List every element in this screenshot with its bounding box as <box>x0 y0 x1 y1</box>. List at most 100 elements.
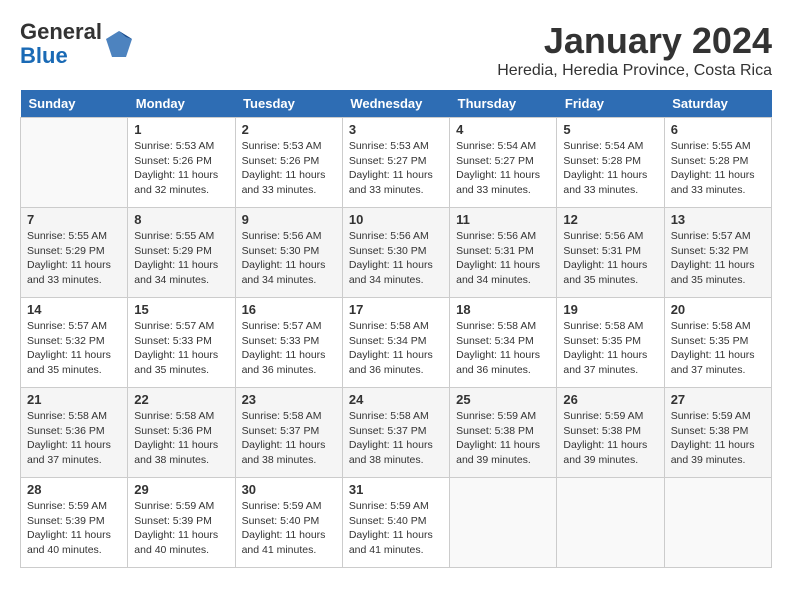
day-number: 11 <box>456 212 550 227</box>
sunset-text: Sunset: 5:27 PM <box>349 154 443 169</box>
day-number: 3 <box>349 122 443 137</box>
day-info: Sunrise: 5:56 AMSunset: 5:31 PMDaylight:… <box>456 229 550 288</box>
page-header: General Blue January 2024 Heredia, Hered… <box>20 20 772 80</box>
calendar-cell: 30Sunrise: 5:59 AMSunset: 5:40 PMDayligh… <box>235 478 342 568</box>
day-info: Sunrise: 5:56 AMSunset: 5:30 PMDaylight:… <box>242 229 336 288</box>
day-number: 14 <box>27 302 121 317</box>
sunset-text: Sunset: 5:32 PM <box>671 244 765 259</box>
sunset-text: Sunset: 5:38 PM <box>671 424 765 439</box>
header-wednesday: Wednesday <box>342 90 449 118</box>
sunrise-text: Sunrise: 5:58 AM <box>563 319 657 334</box>
day-info: Sunrise: 5:57 AMSunset: 5:32 PMDaylight:… <box>671 229 765 288</box>
sunset-text: Sunset: 5:40 PM <box>349 514 443 529</box>
daylight-minutes: and 41 minutes. <box>349 543 443 558</box>
day-number: 7 <box>27 212 121 227</box>
calendar-cell <box>450 478 557 568</box>
sunrise-text: Sunrise: 5:53 AM <box>242 139 336 154</box>
day-info: Sunrise: 5:59 AMSunset: 5:38 PMDaylight:… <box>671 409 765 468</box>
calendar-cell: 28 Sunrise: 5:59 AMSunset: 5:39 PMDayligh… <box>21 478 128 568</box>
header-tuesday: Tuesday <box>235 90 342 118</box>
day-number: 31 <box>349 482 443 497</box>
daylight-minutes: and 38 minutes. <box>349 453 443 468</box>
day-number: 17 <box>349 302 443 317</box>
sunset-text: Sunset: 5:27 PM <box>456 154 550 169</box>
daylight-text: Daylight: 11 hours <box>456 258 550 273</box>
calendar-cell: 21Sunrise: 5:58 AMSunset: 5:36 PMDayligh… <box>21 388 128 478</box>
header-saturday: Saturday <box>664 90 771 118</box>
day-number: 1 <box>134 122 228 137</box>
calendar-week-5: 28 Sunrise: 5:59 AMSunset: 5:39 PMDayligh… <box>21 478 772 568</box>
sunset-text: Sunset: 5:31 PM <box>456 244 550 259</box>
sunset-text: Sunset: 5:34 PM <box>456 334 550 349</box>
day-info: Sunrise: 5:58 AMSunset: 5:36 PMDaylight:… <box>27 409 121 468</box>
sunrise-text: Sunrise: 5:59 AM <box>349 499 443 514</box>
sunset-text: Sunset: 5:26 PM <box>134 154 228 169</box>
day-number: 27 <box>671 392 765 407</box>
sunset-text: Sunset: 5:34 PM <box>349 334 443 349</box>
day-number: 12 <box>563 212 657 227</box>
calendar-week-3: 14Sunrise: 5:57 AMSunset: 5:32 PMDayligh… <box>21 298 772 388</box>
daylight-minutes: and 37 minutes. <box>671 363 765 378</box>
day-number: 4 <box>456 122 550 137</box>
day-info: Sunrise: 5:58 AMSunset: 5:35 PMDaylight:… <box>671 319 765 378</box>
daylight-minutes: and 33 minutes. <box>242 183 336 198</box>
day-info: Sunrise: 5:58 AMSunset: 5:36 PMDaylight:… <box>134 409 228 468</box>
daylight-minutes: and 38 minutes. <box>242 453 336 468</box>
sunset-text: Sunset: 5:30 PM <box>349 244 443 259</box>
daylight-minutes: and 35 minutes. <box>671 273 765 288</box>
sunrise-text: Sunrise: 5:58 AM <box>456 319 550 334</box>
calendar-cell: 18Sunrise: 5:58 AMSunset: 5:34 PMDayligh… <box>450 298 557 388</box>
sunrise-text: Sunrise: 5:55 AM <box>671 139 765 154</box>
calendar-cell: 20Sunrise: 5:58 AMSunset: 5:35 PMDayligh… <box>664 298 771 388</box>
day-number: 9 <box>242 212 336 227</box>
calendar-cell: 13Sunrise: 5:57 AMSunset: 5:32 PMDayligh… <box>664 208 771 298</box>
sunrise-text: Sunrise: 5:57 AM <box>27 319 121 334</box>
header-sunday: Sunday <box>21 90 128 118</box>
calendar-cell: 4Sunrise: 5:54 AMSunset: 5:27 PMDaylight… <box>450 118 557 208</box>
calendar-cell: 7Sunrise: 5:55 AMSunset: 5:29 PMDaylight… <box>21 208 128 298</box>
day-info: Sunrise: 5:58 AMSunset: 5:37 PMDaylight:… <box>242 409 336 468</box>
day-number: 22 <box>134 392 228 407</box>
daylight-text: Daylight: 11 hours <box>27 528 121 543</box>
sunset-text: Sunset: 5:33 PM <box>242 334 336 349</box>
sunset-text: Sunset: 5:35 PM <box>563 334 657 349</box>
sunset-text: Sunset: 5:30 PM <box>242 244 336 259</box>
sunrise-text: Sunrise: 5:59 AM <box>671 409 765 424</box>
month-title: January 2024 <box>497 20 772 62</box>
day-number: 28 <box>27 482 121 497</box>
calendar-week-2: 7Sunrise: 5:55 AMSunset: 5:29 PMDaylight… <box>21 208 772 298</box>
logo-text: General Blue <box>20 20 102 68</box>
daylight-minutes: and 34 minutes. <box>349 273 443 288</box>
daylight-text: Daylight: 11 hours <box>134 258 228 273</box>
calendar-week-4: 21Sunrise: 5:58 AMSunset: 5:36 PMDayligh… <box>21 388 772 478</box>
daylight-minutes: and 36 minutes. <box>456 363 550 378</box>
sunrise-text: Sunrise: 5:59 AM <box>134 499 228 514</box>
daylight-minutes: and 34 minutes. <box>134 273 228 288</box>
sunset-text: Sunset: 5:38 PM <box>456 424 550 439</box>
day-info: Sunrise: 5:56 AMSunset: 5:31 PMDaylight:… <box>563 229 657 288</box>
calendar-cell: 15Sunrise: 5:57 AMSunset: 5:33 PMDayligh… <box>128 298 235 388</box>
daylight-text: Daylight: 11 hours <box>242 258 336 273</box>
header-thursday: Thursday <box>450 90 557 118</box>
calendar-cell: 16Sunrise: 5:57 AMSunset: 5:33 PMDayligh… <box>235 298 342 388</box>
daylight-minutes: and 41 minutes. <box>242 543 336 558</box>
calendar-cell: 5Sunrise: 5:54 AMSunset: 5:28 PMDaylight… <box>557 118 664 208</box>
sunrise-text: Sunrise: 5:56 AM <box>456 229 550 244</box>
sunset-text: Sunset: 5:26 PM <box>242 154 336 169</box>
sunset-text: Sunset: 5:28 PM <box>671 154 765 169</box>
day-info: Sunrise: 5:56 AMSunset: 5:30 PMDaylight:… <box>349 229 443 288</box>
daylight-minutes: and 34 minutes. <box>456 273 550 288</box>
daylight-text: Daylight: 11 hours <box>242 348 336 363</box>
day-number: 18 <box>456 302 550 317</box>
sunset-text: Sunset: 5:36 PM <box>134 424 228 439</box>
daylight-text: Daylight: 11 hours <box>671 348 765 363</box>
day-number: 23 <box>242 392 336 407</box>
calendar-cell: 14Sunrise: 5:57 AMSunset: 5:32 PMDayligh… <box>21 298 128 388</box>
daylight-minutes: and 33 minutes. <box>27 273 121 288</box>
daylight-text: Daylight: 11 hours <box>456 168 550 183</box>
day-info: Sunrise: 5:59 AMSunset: 5:39 PMDaylight:… <box>27 499 121 558</box>
day-number: 30 <box>242 482 336 497</box>
daylight-minutes: and 33 minutes. <box>456 183 550 198</box>
calendar-cell: 25Sunrise: 5:59 AMSunset: 5:38 PMDayligh… <box>450 388 557 478</box>
calendar-cell <box>21 118 128 208</box>
